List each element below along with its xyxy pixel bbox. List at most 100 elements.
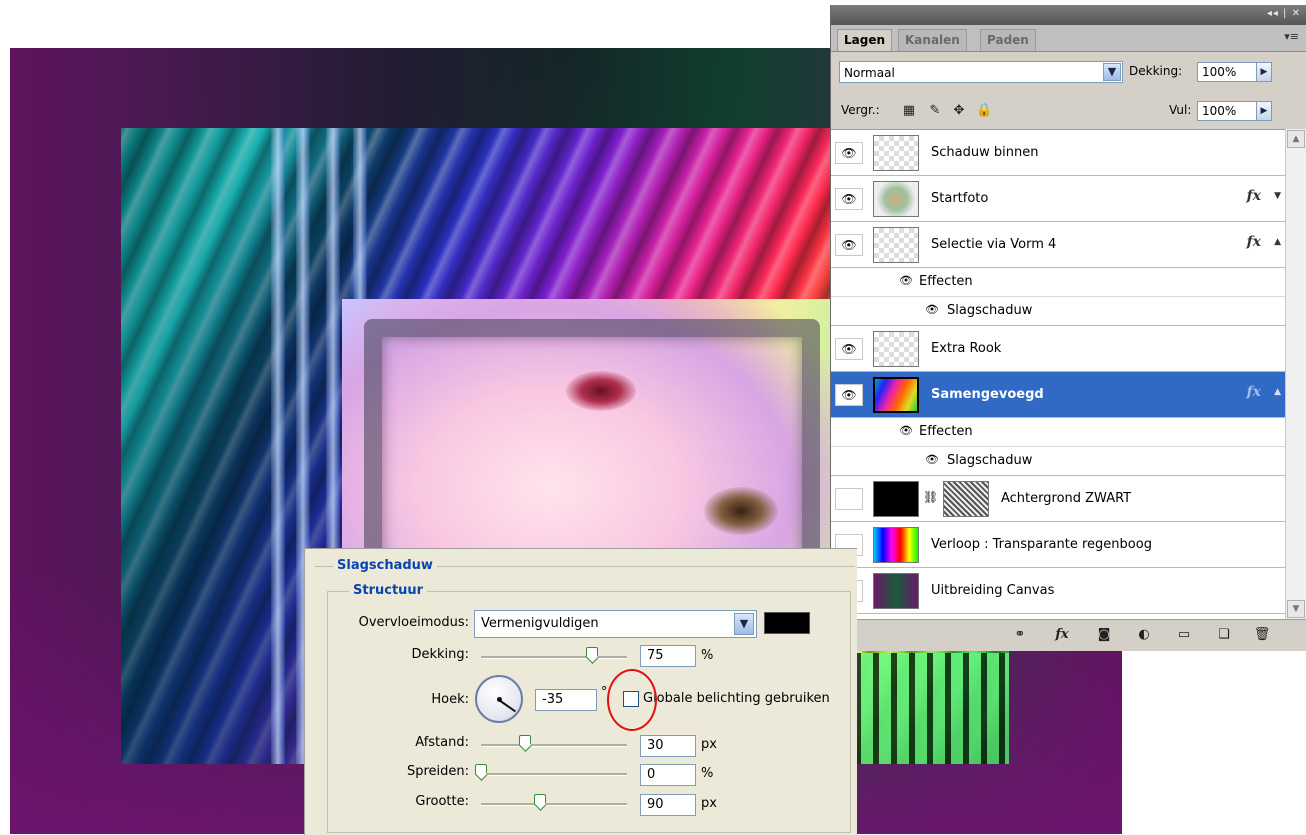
layer-row-schaduw-binnen[interactable]: 👁 Schaduw binnen: [831, 130, 1285, 176]
distance-slider[interactable]: [481, 744, 627, 747]
eye-icon[interactable]: 👁: [835, 234, 863, 256]
effects-row[interactable]: 👁 Effecten: [831, 268, 1285, 297]
eye-icon[interactable]: 👁: [835, 488, 863, 510]
eye-icon[interactable]: 👁: [835, 188, 863, 210]
eye-icon[interactable]: 👁: [925, 303, 939, 316]
layer-mask-thumbnail[interactable]: [943, 481, 989, 517]
fill-field[interactable]: 100%: [1197, 101, 1257, 121]
tab-channels[interactable]: Kanalen: [898, 29, 967, 51]
dialog-title: Slagschaduw: [333, 558, 437, 573]
add-mask-icon[interactable]: ◙: [1095, 627, 1113, 643]
layer-thumbnail: [873, 181, 919, 217]
layer-row-verloop[interactable]: 👁 Verloop : Transparante regenboog: [831, 522, 1285, 568]
opacity-field[interactable]: 75: [640, 645, 696, 667]
chevron-down-icon[interactable]: ▼: [734, 613, 754, 635]
fill-slider-button[interactable]: ▶: [1256, 101, 1272, 121]
layer-row-selectie-via-vorm-4[interactable]: 👁 Selectie via Vorm 4 fx ▲: [831, 222, 1285, 268]
opacity-label: Dekking:: [411, 647, 469, 662]
expand-effects-icon[interactable]: ▼: [1274, 191, 1281, 201]
trash-icon[interactable]: 🗑: [1253, 627, 1271, 643]
panel-footer: ⚭ fx ◙ ◐ ▭ ❑ 🗑: [831, 619, 1306, 651]
fx-icon[interactable]: fx: [1247, 188, 1261, 204]
spread-slider[interactable]: [481, 773, 627, 776]
blend-mode-label: Overvloeimodus:: [358, 615, 469, 630]
global-light-label[interactable]: Globale belichting gebruiken: [643, 691, 830, 706]
layer-name: Extra Rook: [931, 341, 1002, 356]
layers-panel: ◂◂ | ✕ Lagen Kanalen Paden ▾≡ Normaal ▼ …: [830, 5, 1306, 651]
chevron-down-icon[interactable]: ▼: [1103, 63, 1121, 81]
panel-titlebar[interactable]: ◂◂ | ✕: [831, 5, 1306, 25]
scroll-up-icon[interactable]: ▲: [1287, 130, 1305, 148]
layer-name: Uitbreiding Canvas: [931, 583, 1055, 598]
fill-label: Vul:: [1169, 103, 1192, 117]
tab-layers[interactable]: Lagen: [837, 29, 893, 51]
size-slider[interactable]: [481, 803, 627, 806]
scroll-down-icon[interactable]: ▼: [1287, 600, 1305, 618]
eye-icon[interactable]: 👁: [835, 142, 863, 164]
add-style-fx-icon[interactable]: fx: [1053, 627, 1071, 643]
layer-thumbnail: [873, 573, 919, 609]
shadow-color-swatch[interactable]: [764, 612, 810, 634]
lock-transparency-icon[interactable]: ▦: [901, 103, 917, 119]
distance-label: Afstand:: [415, 735, 469, 750]
distance-field[interactable]: 30: [640, 735, 696, 757]
highlight-circle: [607, 669, 657, 731]
adjustment-layer-icon[interactable]: ◐: [1135, 627, 1153, 643]
opacity-field[interactable]: 100%: [1197, 62, 1257, 82]
eye-icon[interactable]: 👁: [835, 384, 863, 406]
eye-icon[interactable]: 👁: [835, 338, 863, 360]
layer-list-scrollbar[interactable]: ▲ ▼: [1285, 129, 1306, 619]
effect-drop-shadow-row[interactable]: 👁 Slagschaduw: [831, 447, 1285, 476]
layer-thumbnail: [873, 377, 919, 413]
layer-row-samengevoegd[interactable]: 👁 Samengevoegd fx ▲: [831, 372, 1285, 418]
opacity-slider-knob[interactable]: [586, 647, 598, 658]
link-icon: ⛓: [923, 490, 939, 504]
spread-field[interactable]: 0: [640, 764, 696, 786]
eye-left: [566, 371, 636, 411]
opacity-label: Dekking:: [1129, 64, 1183, 78]
layer-thumbnail: [873, 135, 919, 171]
size-field[interactable]: 90: [640, 794, 696, 816]
eye-icon[interactable]: 👁: [899, 274, 913, 287]
layer-row-extra-rook[interactable]: 👁 Extra Rook: [831, 326, 1285, 372]
link-layers-icon[interactable]: ⚭: [1011, 627, 1029, 643]
spread-slider-knob[interactable]: [475, 764, 487, 775]
panel-menu-icon[interactable]: ▾≡: [1284, 30, 1299, 43]
lock-all-icon[interactable]: 🔒: [976, 103, 992, 119]
fx-icon[interactable]: fx: [1247, 234, 1261, 250]
blend-mode-select[interactable]: Vermenigvuldigen ▼: [474, 610, 757, 638]
effect-drop-shadow-row[interactable]: 👁 Slagschaduw: [831, 297, 1285, 326]
distance-slider-knob[interactable]: [519, 735, 531, 746]
layer-row-uitbreiding-canvas[interactable]: 👁 Uitbreiding Canvas: [831, 568, 1285, 614]
collapse-effects-icon[interactable]: ▲: [1274, 237, 1281, 247]
size-label: Grootte:: [415, 794, 469, 809]
layer-name: Schaduw binnen: [931, 145, 1039, 160]
new-group-folder-icon[interactable]: ▭: [1175, 627, 1193, 643]
lock-position-move-icon[interactable]: ✥: [951, 103, 967, 119]
new-layer-icon[interactable]: ❑: [1215, 627, 1233, 643]
eye-icon[interactable]: 👁: [925, 453, 939, 466]
spread-label: Spreiden:: [406, 764, 469, 779]
eye-right: [704, 487, 778, 535]
layer-row-achtergrond-zwart[interactable]: 👁 ⛓ Achtergrond ZWART: [831, 476, 1285, 522]
size-unit: px: [701, 796, 717, 811]
layer-name: Achtergrond ZWART: [1001, 491, 1132, 506]
opacity-slider-button[interactable]: ▶: [1256, 62, 1272, 82]
angle-field[interactable]: -35: [535, 689, 597, 711]
effects-row[interactable]: 👁 Effecten: [831, 418, 1285, 447]
collapse-effects-icon[interactable]: ▲: [1274, 387, 1281, 397]
fx-icon[interactable]: fx: [1247, 384, 1261, 400]
tab-paths[interactable]: Paden: [980, 29, 1036, 51]
lock-pixels-brush-icon[interactable]: ✎: [927, 103, 943, 119]
angle-label: Hoek:: [431, 692, 469, 707]
size-slider-knob[interactable]: [534, 794, 546, 805]
layer-row-startfoto[interactable]: 👁 Startfoto fx ▼: [831, 176, 1285, 222]
blend-mode-select[interactable]: Normaal ▼: [839, 61, 1123, 83]
angle-dial[interactable]: [475, 675, 523, 723]
blend-mode-value: Normaal: [844, 66, 895, 80]
angle-center-dot: [497, 697, 502, 702]
opacity-slider[interactable]: [481, 656, 627, 659]
drop-shadow-dialog: Slagschaduw Structuur Overvloeimodus: Ve…: [304, 548, 857, 835]
panel-collapse-close-icons[interactable]: ◂◂ | ✕: [1267, 8, 1301, 19]
eye-icon[interactable]: 👁: [899, 424, 913, 437]
